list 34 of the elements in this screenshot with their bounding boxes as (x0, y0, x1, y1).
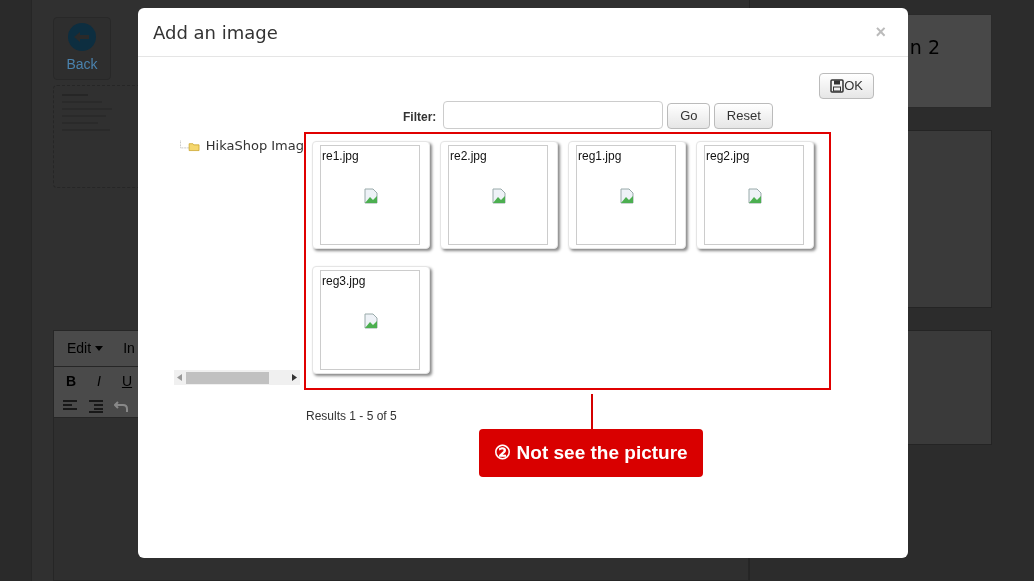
filter-field[interactable] (443, 101, 664, 129)
image-card[interactable]: reg1.jpg (568, 141, 686, 249)
indent-icon[interactable] (88, 399, 104, 413)
folder-icon (188, 143, 200, 151)
scroll-right-icon[interactable] (292, 374, 297, 381)
image-card[interactable]: reg2.jpg (696, 141, 814, 249)
image-card[interactable]: re1.jpg (312, 141, 430, 249)
dialog-title: Add an image (153, 20, 278, 45)
broken-image-icon (748, 188, 762, 204)
file-name: reg1.jpg (578, 148, 622, 165)
results-text: Results 1 - 5 of 5 (306, 408, 398, 425)
scroll-left-icon[interactable] (177, 374, 182, 381)
callout-label: ② Not see the picture (479, 429, 703, 477)
panel-title: n 2 (909, 35, 940, 60)
image-card[interactable]: re2.jpg (440, 141, 558, 249)
scrollbar[interactable] (174, 370, 300, 385)
file-name: reg2.jpg (706, 148, 750, 165)
save-icon (830, 79, 845, 93)
image-card[interactable]: reg3.jpg (312, 266, 430, 374)
tree-item[interactable]: HikaShop Imag (205, 136, 304, 156)
broken-image-icon (364, 313, 378, 329)
ok-button[interactable]: OK (819, 73, 874, 99)
align-icon[interactable] (62, 399, 78, 413)
filter-label: Filter: (403, 109, 437, 126)
caret-icon (95, 346, 104, 351)
undo-icon[interactable] (114, 399, 128, 413)
file-name: re1.jpg (322, 148, 359, 165)
broken-image-icon (620, 188, 634, 204)
broken-image-icon (364, 188, 378, 204)
file-name: reg3.jpg (322, 273, 366, 290)
reset-button[interactable]: Reset (714, 103, 774, 129)
file-name: re2.jpg (450, 148, 487, 165)
go-button[interactable]: Go (667, 103, 711, 129)
broken-image-icon (492, 188, 506, 204)
